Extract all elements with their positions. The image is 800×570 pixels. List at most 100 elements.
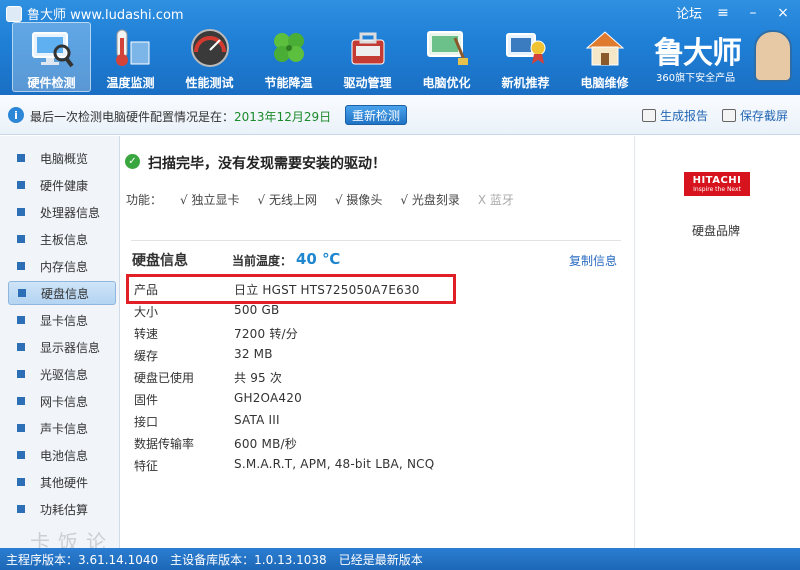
sidebar-item-cpu[interactable]: 处理器信息: [8, 200, 116, 224]
app-logo-icon: [6, 5, 22, 22]
menu-icon[interactable]: ≡: [714, 5, 732, 21]
brand-name: 鲁大师: [654, 36, 742, 71]
row-value: 32 MB: [234, 347, 273, 361]
status-message: 最后一次检测电脑硬件配置情况是在：: [30, 110, 235, 124]
thermometer-icon: [108, 26, 154, 70]
sidebar-item-sound[interactable]: 声卡信息: [8, 416, 116, 440]
printer-icon: [642, 109, 656, 122]
main-version: 主程序版本：3.61.14.1040: [6, 552, 159, 567]
feature-item: √ 独立显卡: [180, 193, 240, 207]
nav-label: 节能降温: [264, 76, 313, 90]
computer-award-icon: [503, 26, 549, 70]
bullet-icon: [17, 370, 25, 378]
bullet-icon: [17, 262, 25, 270]
save-screenshot-button[interactable]: 保存截屏: [722, 107, 788, 124]
feature-item: √ 摄像头: [334, 193, 383, 207]
sidebar-item-health[interactable]: 硬件健康: [8, 173, 116, 197]
nav-pc-optimize[interactable]: 电脑优化: [407, 22, 486, 92]
sidebar-item-label: 显卡信息: [40, 313, 89, 328]
sidebar-item-network[interactable]: 网卡信息: [8, 389, 116, 413]
hitachi-logo: HITACHI Inspire the Next: [684, 172, 750, 196]
bullet-icon: [17, 478, 25, 486]
recheck-button[interactable]: 重新检测: [345, 105, 407, 125]
row-value: SATA III: [234, 413, 280, 427]
close-button[interactable]: ×: [774, 5, 792, 21]
main-content: ✓ 扫描完毕，没有发现需要安装的驱动！ 功能： √ 独立显卡 √ 无线上网 √ …: [121, 136, 633, 548]
divider: [131, 240, 621, 241]
minimize-button[interactable]: –: [744, 5, 762, 21]
sidebar-item-label: 光驱信息: [40, 367, 89, 382]
check-icon: ✓: [125, 154, 140, 169]
update-status: 已经是最新版本: [338, 552, 423, 567]
info-row: 缓存 32 MB: [134, 347, 273, 367]
scan-message: 扫描完毕，没有发现需要安装的驱动！: [148, 156, 386, 172]
bullet-icon: [17, 397, 25, 405]
sidebar-item-label: 显示器信息: [40, 340, 101, 355]
nav-label: 电脑维修: [580, 76, 629, 90]
window-controls: 论坛 ≡ – ×: [676, 3, 792, 23]
feature-item-disabled: X 蓝牙: [477, 193, 514, 207]
bullet-icon: [17, 424, 25, 432]
sidebar-item-label: 内存信息: [40, 259, 89, 274]
info-row: 接口 SATA III: [134, 413, 280, 433]
sidebar-item-power[interactable]: 功耗估算: [8, 497, 116, 521]
bullet-icon: [17, 451, 25, 459]
temperature-value: 40 ℃: [296, 250, 341, 268]
sidebar-item-other[interactable]: 其他硬件: [8, 470, 116, 494]
brand-label: 硬盘品牌: [692, 224, 741, 238]
brand-panel: HITACHI Inspire the Next 硬盘品牌: [634, 136, 800, 548]
info-row: 转速 7200 转/分: [134, 325, 298, 345]
sidebar-item-overview[interactable]: 电脑概览: [8, 146, 116, 170]
feature-list: 功能： √ 独立显卡 √ 无线上网 √ 摄像头 √ 光盘刻录 X 蓝牙: [126, 191, 532, 208]
sidebar-item-motherboard[interactable]: 主板信息: [8, 227, 116, 251]
forum-link[interactable]: 论坛: [676, 3, 702, 22]
sidebar-item-optical[interactable]: 光驱信息: [8, 362, 116, 386]
copy-info-link[interactable]: 复制信息: [569, 252, 617, 269]
nav-hardware-detect[interactable]: 硬件检测: [12, 22, 91, 92]
sidebar-item-harddisk[interactable]: 硬盘信息: [8, 281, 116, 305]
row-label: 数据传输率: [134, 437, 195, 451]
camera-icon: [722, 109, 736, 122]
sidebar-item-monitor[interactable]: 显示器信息: [8, 335, 116, 359]
sidebar-item-label: 硬件健康: [40, 178, 89, 193]
sidebar-item-label: 电池信息: [40, 448, 89, 463]
speedometer-icon: [187, 26, 233, 70]
bullet-icon: [17, 208, 25, 216]
monitor-magnifier-icon: [29, 27, 75, 70]
row-label: 接口: [134, 415, 159, 429]
nav-label: 硬件检测: [27, 76, 76, 90]
row-label: 产品: [134, 283, 159, 297]
nav-pc-repair[interactable]: 电脑维修: [565, 22, 644, 92]
top-toolbar: 鲁大师 www.ludashi.com 论坛 ≡ – × 硬件检测 温度监测 性…: [0, 0, 800, 95]
sidebar-item-label: 声卡信息: [40, 421, 89, 436]
row-value: 7200 转/分: [234, 327, 298, 341]
bullet-icon: [17, 154, 25, 162]
nav-new-pc-recommend[interactable]: 新机推荐: [486, 22, 565, 92]
brand-logo: 鲁大师 360旗下安全产品: [654, 24, 792, 86]
sidebar-item-memory[interactable]: 内存信息: [8, 254, 116, 278]
toolbox-icon: [345, 26, 391, 70]
nav-driver-management[interactable]: 驱动管理: [328, 22, 407, 92]
generate-report-button[interactable]: 生成报告: [642, 107, 708, 124]
row-value: 500 GB: [234, 303, 280, 317]
save-screenshot-label: 保存截屏: [740, 109, 789, 123]
row-label: 固件: [134, 393, 159, 407]
status-text: 最后一次检测电脑硬件配置情况是在：2013年12月29日: [30, 108, 331, 125]
info-row: 大小 500 GB: [134, 303, 279, 323]
temperature-label: 当前温度：: [232, 254, 293, 268]
sidebar-item-label: 其他硬件: [40, 475, 89, 490]
nav-energy-saving[interactable]: 节能降温: [249, 22, 328, 92]
feature-item: √ 光盘刻录: [400, 193, 460, 207]
bullet-icon: [17, 505, 25, 513]
brand-subtitle: 360旗下安全产品: [656, 73, 736, 84]
sidebar-item-label: 硬盘信息: [41, 286, 90, 301]
sidebar-item-label: 网卡信息: [40, 394, 89, 409]
screen-broom-icon: [424, 26, 470, 70]
house-icon: [582, 26, 628, 70]
row-value: 600 MB/秒: [234, 437, 297, 451]
sidebar-item-graphics[interactable]: 显卡信息: [8, 308, 116, 332]
nav-performance[interactable]: 性能测试: [170, 22, 249, 92]
sidebar-item-battery[interactable]: 电池信息: [8, 443, 116, 467]
nav-temperature[interactable]: 温度监测: [91, 22, 170, 92]
section-title: 硬盘信息: [132, 253, 188, 269]
